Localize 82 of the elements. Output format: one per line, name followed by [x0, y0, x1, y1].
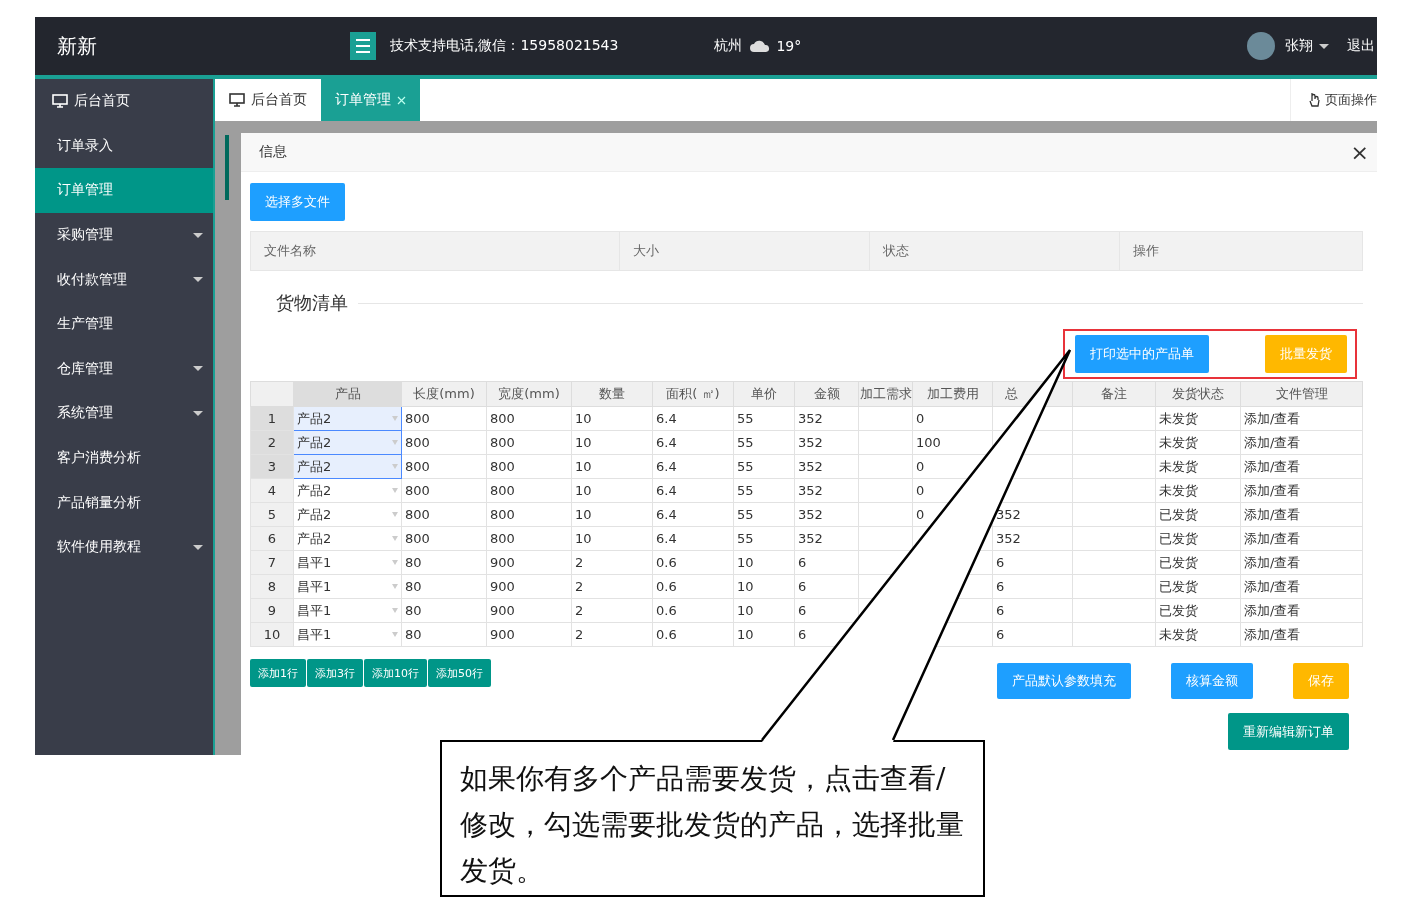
row-number[interactable]: 2	[250, 430, 294, 455]
app-brand: 新新	[56, 32, 98, 60]
row-number[interactable]: 8	[250, 574, 294, 599]
column-header: 加工费用	[926, 386, 979, 401]
sidebar-item[interactable]: 收付款管理	[35, 257, 213, 302]
add-rows-button[interactable]: 添加50行	[428, 659, 491, 687]
caret-icon	[1319, 43, 1329, 49]
cloud-icon	[750, 40, 771, 52]
product-select[interactable]: 产品2	[293, 502, 402, 527]
sidebar-item[interactable]: 系统管理	[35, 391, 213, 436]
table-cell: 添加/查看	[1240, 430, 1363, 455]
table-cell: 添加/查看	[1240, 406, 1363, 431]
section-title: 货物清单	[275, 291, 348, 315]
product-select[interactable]: 产品2	[293, 406, 402, 431]
column-header: 状态	[869, 232, 1119, 270]
row-number[interactable]: 4	[250, 478, 294, 503]
table-cell: 添加/查看	[1240, 454, 1363, 479]
add-rows-button[interactable]: 添加3行	[307, 659, 363, 687]
callout-note: 如果你有多个产品需要发货，点击查看/修改，勾选需要批发货的产品，选择批量发货。	[440, 740, 985, 897]
column-header: 备注	[1101, 386, 1127, 401]
temperature-text: 19°	[776, 38, 802, 54]
monitor-icon	[52, 94, 68, 109]
sidebar-item[interactable]: 采购管理	[35, 212, 213, 258]
column-header: 大小	[619, 232, 869, 270]
row-number[interactable]: 5	[250, 502, 294, 527]
sidebar-item[interactable]: 仓库管理	[35, 346, 213, 392]
table-cell: 添加/查看	[1240, 526, 1363, 551]
close-icon[interactable]	[397, 95, 406, 105]
support-text: 技术支持电话,微信：15958021543	[390, 37, 619, 55]
sidebar-item[interactable]: 后台首页	[35, 79, 213, 124]
sidebar-item[interactable]: 客户消费分析	[35, 435, 213, 481]
menu-button[interactable]	[350, 32, 376, 60]
row-number[interactable]: 9	[250, 598, 294, 623]
column-header: 宽度(mm)	[498, 386, 560, 401]
column-header: 产品	[334, 386, 361, 401]
sidebar-item[interactable]: 软件使用教程	[35, 524, 213, 570]
column-header: 文件管理	[1275, 386, 1328, 401]
add-rows-button[interactable]: 添加10行	[364, 659, 427, 687]
column-header: 单价	[751, 386, 777, 401]
column-header: 文件名称	[263, 242, 317, 260]
column-header: 面积( ㎡)	[666, 386, 720, 401]
product-select[interactable]: 昌平1	[293, 598, 402, 623]
table-cell: 添加/查看	[1240, 502, 1363, 527]
city-text: 杭州	[714, 37, 743, 55]
table-cell: 添加/查看	[1240, 598, 1363, 623]
page-action-menu[interactable]: 页面操作	[1325, 91, 1377, 109]
monitor-icon	[229, 93, 245, 107]
hand-pointer-icon	[1307, 92, 1321, 108]
sidebar-item[interactable]: 订单录入	[35, 123, 213, 169]
column-header: 操作	[1119, 232, 1362, 270]
reedit-order-button[interactable]: 重新编辑新订单	[1228, 713, 1349, 750]
row-number[interactable]: 10	[250, 622, 294, 647]
row-number[interactable]: 1	[250, 406, 294, 431]
table-cell: 添加/查看	[1240, 574, 1363, 599]
user-menu[interactable]: 张翔	[1285, 37, 1313, 55]
sidebar-item[interactable]: 生产管理	[35, 301, 213, 347]
logout-link[interactable]: 退出	[1347, 37, 1377, 55]
sidebar-item[interactable]: 订单管理	[35, 168, 213, 213]
user-avatar	[1247, 32, 1275, 60]
product-select[interactable]: 昌平1	[293, 550, 402, 575]
add-rows-button[interactable]: 添加1行	[250, 659, 306, 687]
row-number[interactable]: 7	[250, 550, 294, 575]
product-select[interactable]: 昌平1	[293, 574, 402, 599]
table-cell: 添加/查看	[1240, 478, 1363, 503]
column-header: 发货状态	[1172, 386, 1224, 401]
column-header: 加工需求	[860, 386, 912, 401]
dialog-title: 信息	[259, 143, 287, 161]
column-header: 总	[1005, 386, 1018, 401]
sidebar-item[interactable]: 产品销量分析	[35, 480, 213, 525]
table-cell: 添加/查看	[1240, 622, 1363, 647]
column-header: 数量	[599, 386, 625, 401]
row-number[interactable]: 6	[250, 526, 294, 551]
product-select[interactable]: 产品2	[293, 430, 402, 455]
product-select[interactable]: 产品2	[293, 478, 402, 503]
close-button[interactable]: ×	[1350, 139, 1369, 165]
row-number[interactable]: 3	[250, 454, 294, 479]
column-header: 长度(mm)	[413, 386, 475, 401]
table-cell: 添加/查看	[1240, 550, 1363, 575]
product-select[interactable]: 产品2	[293, 526, 402, 551]
column-header: 金额	[813, 386, 840, 401]
product-select[interactable]: 昌平1	[293, 622, 402, 647]
product-select[interactable]: 产品2	[293, 454, 402, 479]
